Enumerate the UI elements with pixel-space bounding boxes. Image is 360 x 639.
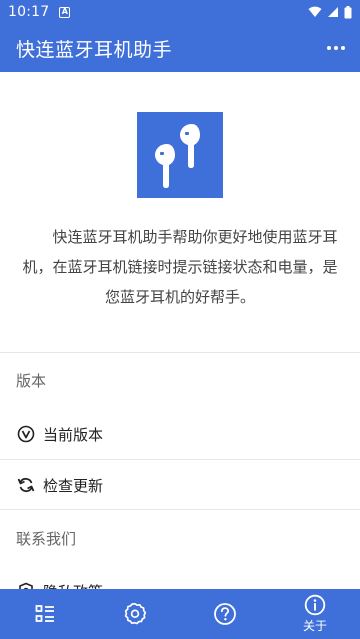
bottom-nav: 关于 — [0, 589, 360, 639]
signal-icon — [328, 7, 338, 17]
divider — [0, 352, 360, 353]
app-bar: 快连蓝牙耳机助手 — [0, 24, 360, 72]
current-version-row[interactable]: 当前版本 — [0, 409, 360, 459]
help-icon — [214, 603, 236, 625]
notification-icon: A — [59, 6, 71, 18]
privacy-policy-row[interactable]: 隐私政策 — [0, 566, 360, 589]
divider — [0, 509, 360, 510]
list-icon — [35, 605, 54, 622]
refresh-icon — [16, 475, 36, 495]
shield-icon — [16, 581, 36, 589]
app-logo — [137, 112, 223, 198]
tab-about-label: 关于 — [302, 619, 327, 633]
settings-icon — [124, 602, 147, 625]
version-icon — [16, 424, 36, 444]
check-update-label: 检查更新 — [43, 476, 104, 495]
app-description: 快连蓝牙耳机助手帮助你更好地使用蓝牙耳机，在蓝牙耳机链接时提示链接状态和电量，是… — [22, 228, 338, 306]
tab-settings[interactable] — [90, 589, 180, 639]
status-bar: 10:17 A — [0, 0, 360, 24]
tab-list[interactable] — [0, 589, 90, 639]
more-vert-icon[interactable] — [312, 24, 360, 72]
privacy-policy-label: 隐私政策 — [43, 581, 103, 590]
status-time: 10:17 — [8, 4, 50, 20]
earbuds-icon — [155, 124, 200, 188]
section-header-contact: 联系我们 — [16, 530, 77, 548]
wifi-icon — [308, 6, 322, 17]
battery-icon — [344, 5, 352, 18]
tab-help[interactable] — [180, 589, 270, 639]
app-title: 快连蓝牙耳机助手 — [16, 38, 173, 61]
check-update-row[interactable]: 检查更新 — [0, 460, 360, 510]
current-version-label: 当前版本 — [43, 425, 104, 444]
tab-about[interactable]: 关于 — [270, 589, 360, 639]
info-icon — [304, 594, 326, 616]
about-content: 快连蓝牙耳机助手帮助你更好地使用蓝牙耳机，在蓝牙耳机链接时提示链接状态和电量，是… — [0, 72, 360, 589]
section-header-version: 版本 — [16, 372, 47, 390]
status-icons — [308, 5, 352, 19]
